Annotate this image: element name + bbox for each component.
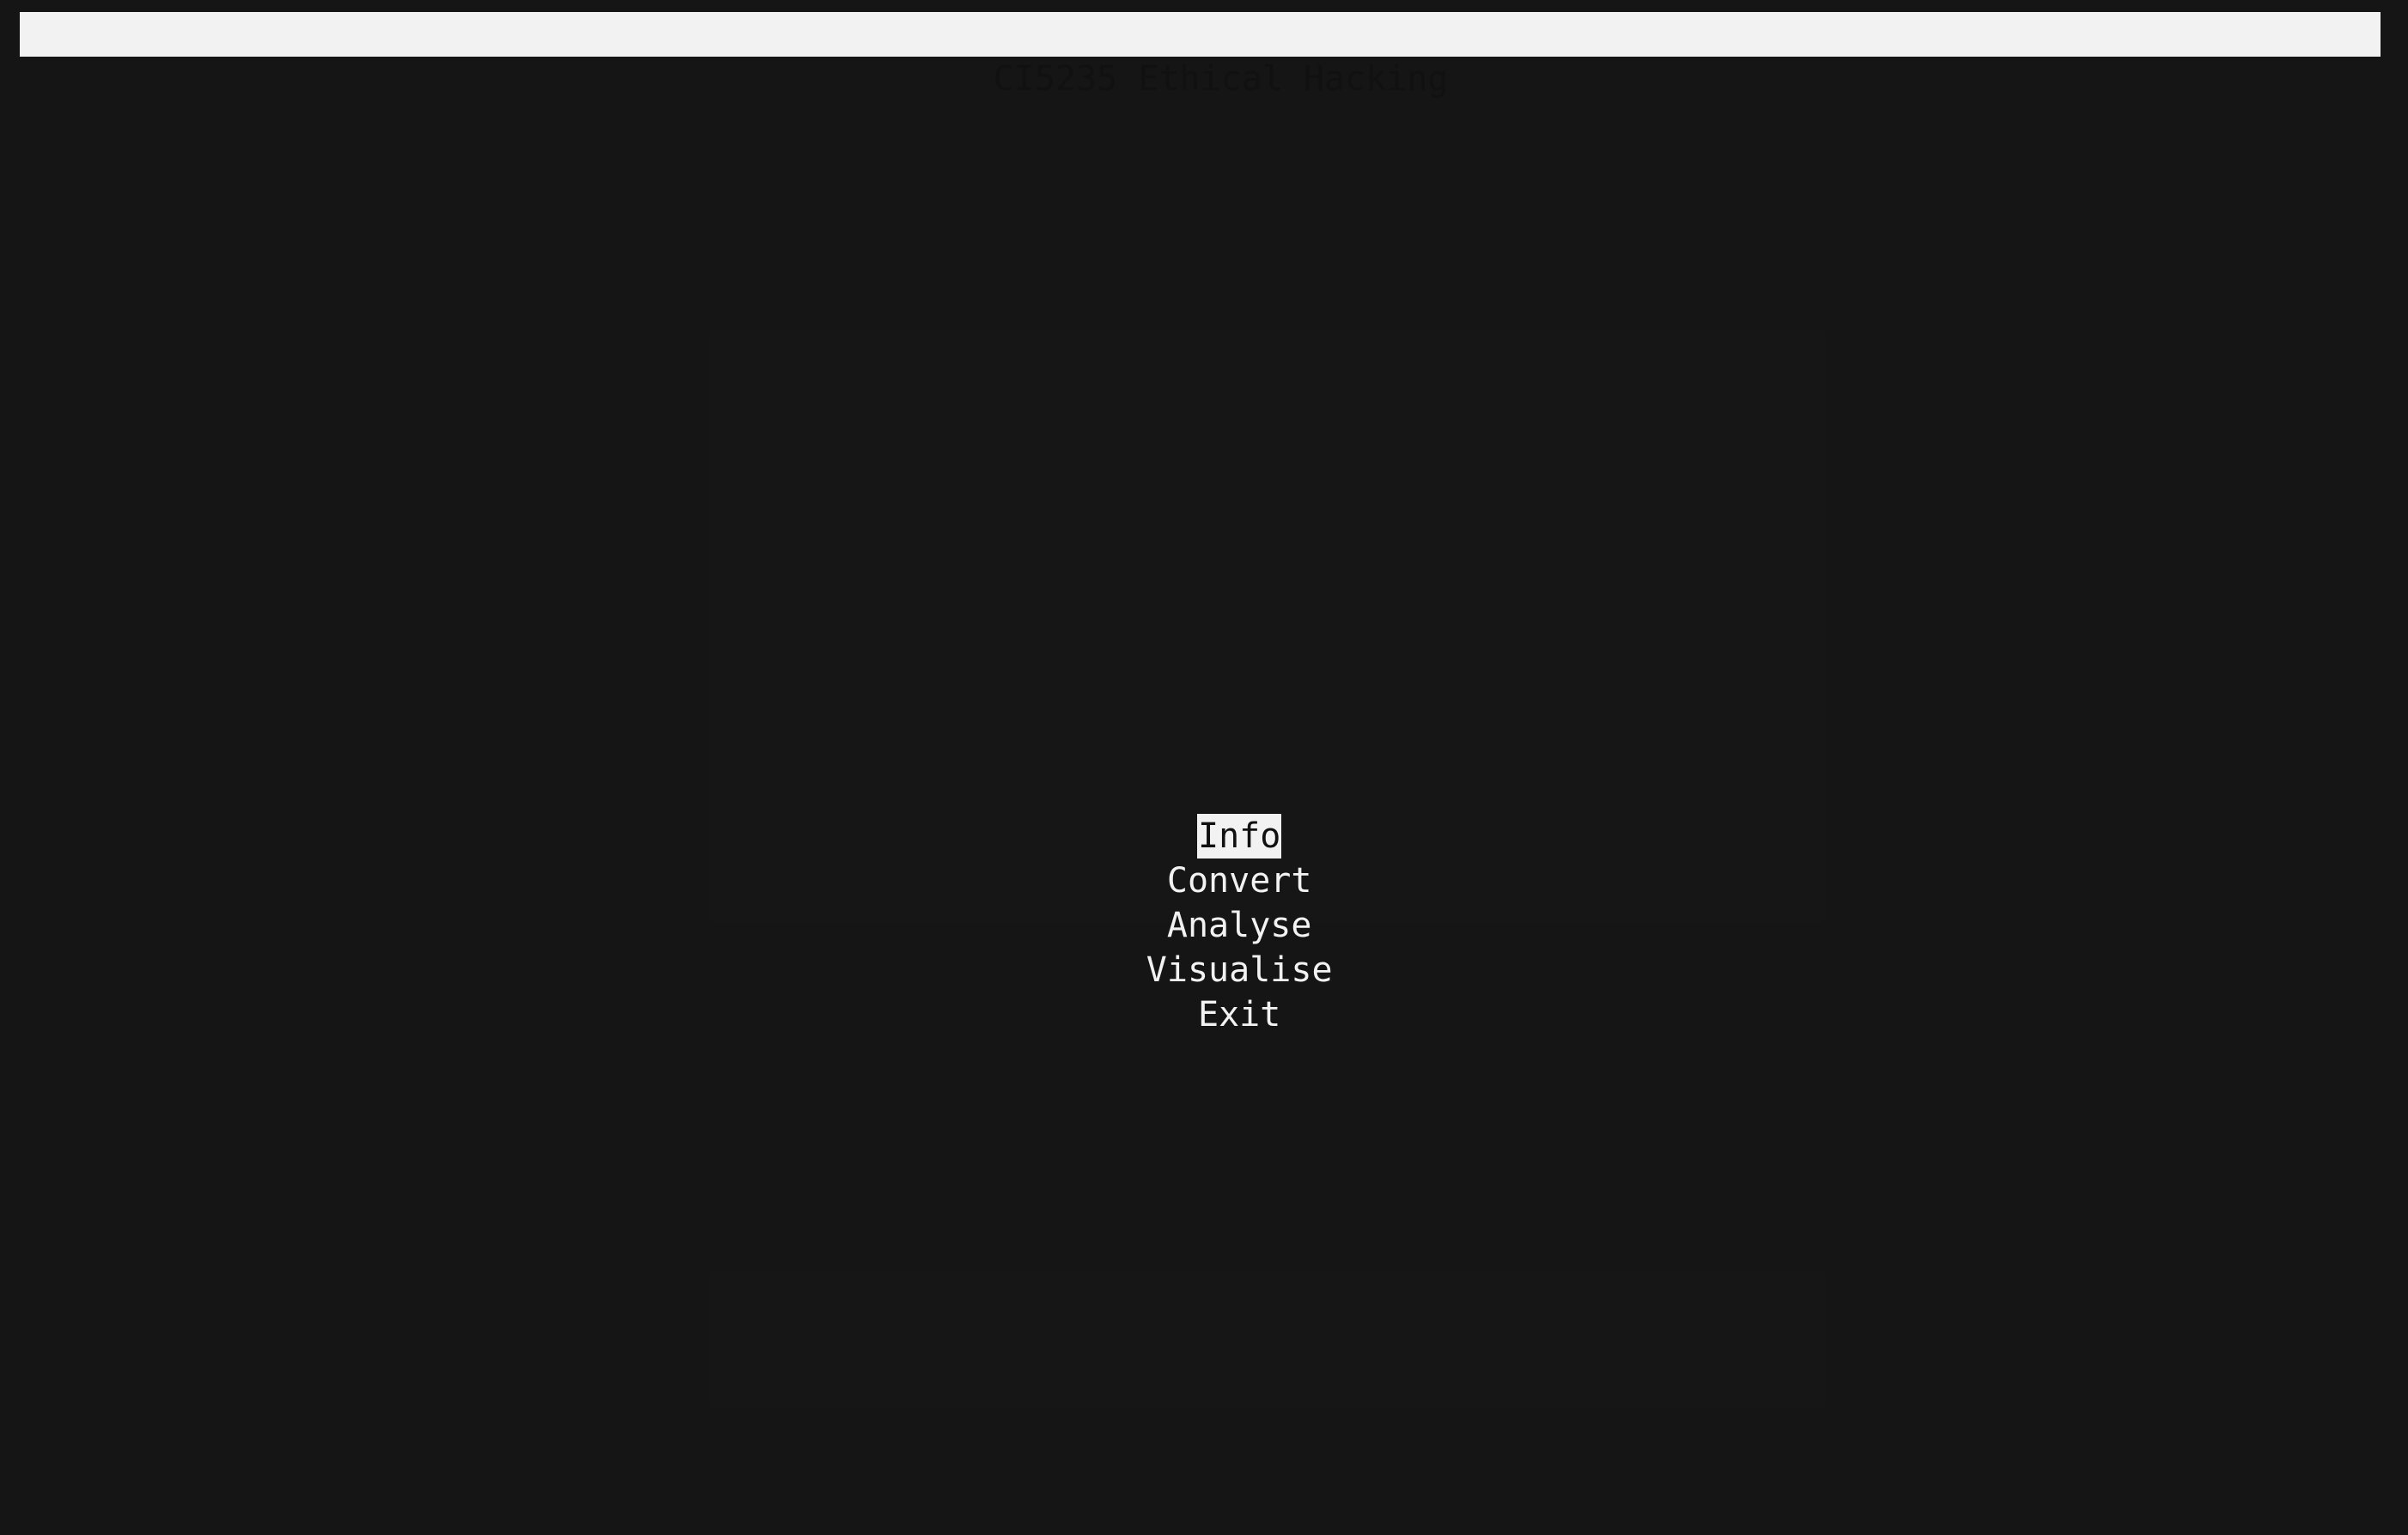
background-panel-lower <box>709 1271 1826 1408</box>
menu-item-info[interactable]: Info <box>0 769 2396 859</box>
menu-item-label: Analyse <box>1166 906 1312 945</box>
menu-item-label: Visualise <box>1146 950 1333 990</box>
main-menu: Info Convert Analyse Visualise Exit <box>0 769 2396 1034</box>
menu-item-label: Info <box>1197 814 1282 859</box>
app-title-bar: CI5235 Ethical Hacking <box>20 12 2381 99</box>
menu-item-label: Convert <box>1166 861 1312 901</box>
menu-item-label: Exit <box>1198 995 1281 1034</box>
app-title: CI5235 Ethical Hacking <box>993 59 1449 99</box>
